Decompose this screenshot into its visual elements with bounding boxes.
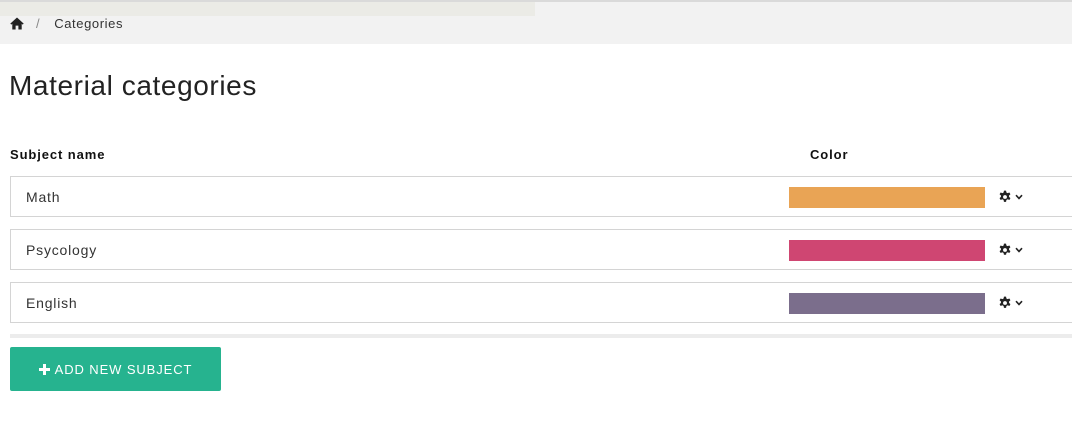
divider <box>10 334 1072 338</box>
breadcrumb-separator: / <box>36 15 41 31</box>
chevron-down-icon <box>1015 194 1023 200</box>
chevron-down-icon <box>1015 300 1023 306</box>
add-new-subject-button[interactable]: ADD NEW SUBJECT <box>10 347 221 391</box>
plus-icon <box>38 363 50 375</box>
breadcrumb-bar: / Categories <box>0 0 1072 44</box>
color-swatch <box>789 240 985 261</box>
column-header-color: Color <box>810 147 849 162</box>
table-row[interactable]: Psycology <box>10 229 1072 270</box>
row-actions-button[interactable] <box>998 188 1030 206</box>
table-row[interactable]: Math <box>10 176 1072 217</box>
subject-name: Math <box>26 189 61 205</box>
gear-icon <box>999 296 1011 308</box>
subject-name: English <box>26 295 78 311</box>
row-actions-button[interactable] <box>998 241 1030 259</box>
page-title: Material categories <box>9 70 257 101</box>
table-row[interactable]: English <box>10 282 1072 323</box>
color-swatch <box>789 293 985 314</box>
breadcrumb-current: Categories <box>54 15 124 31</box>
topbar-line <box>0 0 1072 2</box>
row-actions-button[interactable] <box>998 294 1030 312</box>
subject-name: Psycology <box>26 242 98 258</box>
chevron-down-icon <box>1015 247 1023 253</box>
home-icon[interactable] <box>10 17 24 30</box>
gear-icon <box>999 243 1011 255</box>
gear-icon <box>999 190 1011 202</box>
breadcrumb: / Categories <box>10 14 123 32</box>
color-swatch <box>789 187 985 208</box>
add-new-subject-label: ADD NEW SUBJECT <box>54 361 193 377</box>
column-header-subject-name: Subject name <box>10 147 106 162</box>
